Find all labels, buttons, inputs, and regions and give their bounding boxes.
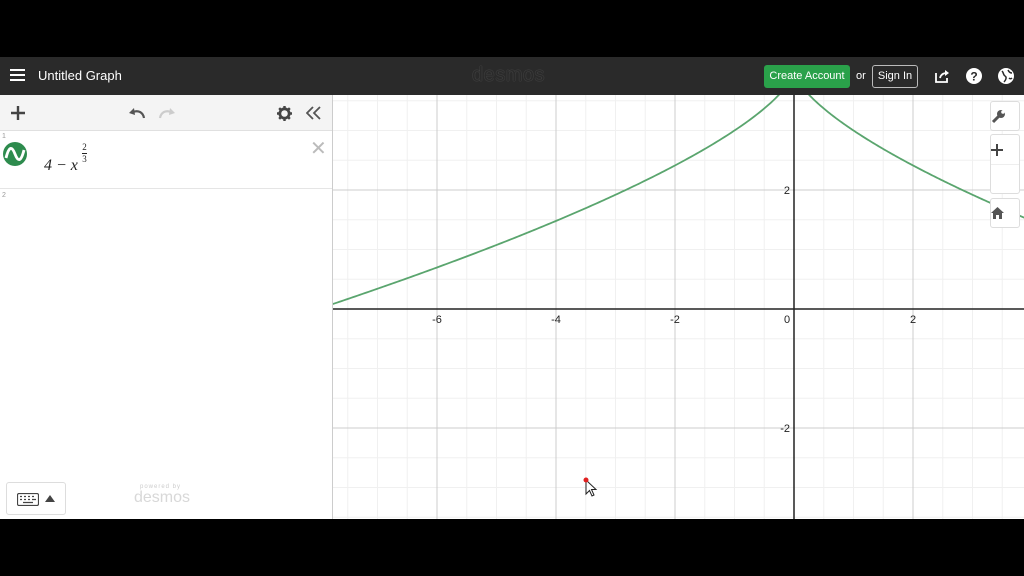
add-item-icon[interactable]: [11, 106, 25, 120]
expression-toolbar: [0, 95, 332, 131]
or-label: or: [856, 70, 866, 82]
x-tick-label: -6: [432, 314, 442, 326]
click-indicator: [583, 477, 589, 483]
y-tick-label: 2: [784, 185, 790, 197]
y-tick-label: -2: [780, 423, 790, 435]
globe-icon[interactable]: [997, 67, 1015, 85]
menu-icon[interactable]: [10, 69, 25, 82]
expression-exponent: 2 3: [82, 143, 87, 164]
graph-paper[interactable]: -6 -4 -2 0 2 2 -2: [333, 95, 1024, 519]
sign-in-button[interactable]: Sign In: [872, 65, 918, 88]
x-tick-label: 0: [784, 314, 790, 326]
powered-by-logo: desmos: [134, 489, 191, 506]
create-account-button[interactable]: Create Account: [764, 65, 850, 88]
x-tick-label: -2: [670, 314, 680, 326]
graph-canvas[interactable]: -6 -4 -2 0 2 2 -2: [333, 95, 1024, 519]
zoom-out-button[interactable]: [991, 149, 1019, 194]
home-icon: [991, 207, 1004, 219]
default-viewport-button[interactable]: [990, 198, 1020, 228]
undo-icon[interactable]: [128, 106, 146, 120]
curve-style-icon: [4, 147, 26, 161]
desmos-logo: desmos: [472, 64, 546, 86]
redo-icon[interactable]: [158, 106, 176, 120]
expression-item[interactable]: 1 4 − x 2 3 ✕: [0, 131, 332, 189]
zoom-controls: [990, 134, 1020, 194]
delete-expression-icon[interactable]: ✕: [310, 136, 327, 161]
expression-index: 1: [2, 133, 6, 140]
exponent-denominator: 3: [82, 154, 87, 164]
expression-index: 2: [2, 192, 6, 199]
mouse-cursor: [585, 478, 598, 497]
settings-gear-icon[interactable]: [277, 106, 292, 121]
top-bar: Untitled Graph desmos Create Account or …: [0, 57, 1024, 95]
expression-math[interactable]: 4 − x 2 3: [44, 143, 87, 175]
share-icon[interactable]: [933, 67, 951, 85]
collapse-panel-icon[interactable]: [306, 106, 321, 120]
wrench-icon: [991, 110, 1005, 124]
empty-expression-item[interactable]: 2: [0, 190, 332, 230]
svg-text:?: ?: [970, 70, 977, 84]
keyboard-icon: [17, 493, 39, 506]
minus-icon: [991, 149, 1003, 151]
curve-left-branch: [333, 95, 780, 305]
graph-settings-button[interactable]: [990, 101, 1020, 131]
caret-up-icon: [45, 495, 55, 502]
desmos-app: Untitled Graph desmos Create Account or …: [0, 57, 1024, 519]
graph-title[interactable]: Untitled Graph: [38, 68, 122, 83]
exponent-numerator: 2: [82, 142, 87, 152]
expression-color-icon[interactable]: [3, 142, 27, 166]
help-icon[interactable]: ?: [965, 67, 983, 85]
expression-panel: 1 4 − x 2 3 ✕ 2 powered by desmos: [0, 95, 333, 519]
keypad-toggle-button[interactable]: [6, 482, 66, 515]
x-tick-label: 2: [910, 314, 916, 326]
x-tick-label: -4: [551, 314, 561, 326]
expression-base: 4 − x: [44, 157, 78, 174]
